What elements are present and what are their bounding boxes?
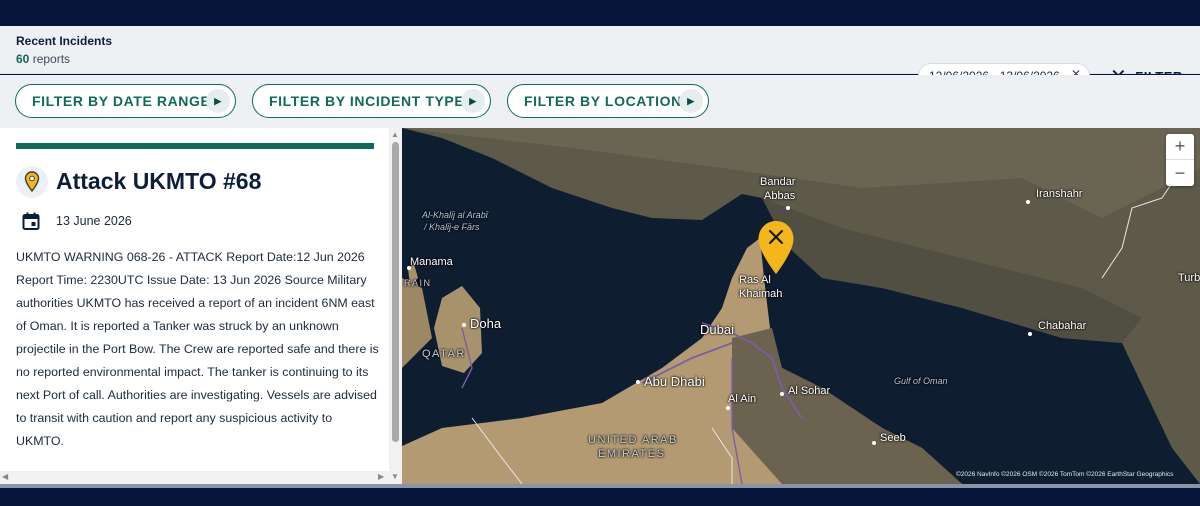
- city-dot: [786, 206, 790, 210]
- page-title: Recent Incidents: [16, 34, 113, 48]
- filter-date-range-button[interactable]: FILTER BY DATE RANGE ▶: [15, 84, 236, 118]
- map-label-iranshahr: Iranshahr: [1036, 188, 1083, 200]
- report-count: 60 reports: [16, 52, 70, 66]
- city-dot: [636, 380, 640, 384]
- satellite-map: [402, 128, 1200, 484]
- scroll-up-icon[interactable]: ▲: [391, 130, 399, 139]
- report-count-number: 60: [16, 52, 30, 66]
- scroll-left-icon[interactable]: ◀: [2, 472, 8, 481]
- incident-marker-icon[interactable]: [757, 220, 795, 276]
- map-label-bahrain: RAIN: [404, 278, 432, 288]
- map-label-manama: Manama: [410, 256, 453, 268]
- map-label-gulf-of-oman: Gulf of Oman: [894, 376, 948, 386]
- scroll-right-icon[interactable]: ▶: [378, 472, 384, 481]
- map-label-khaimah: Khaimah: [739, 288, 783, 300]
- map-label-dubai: Dubai: [700, 322, 734, 337]
- calendar-icon: [22, 212, 40, 230]
- scrollbar-thumb[interactable]: [392, 142, 399, 442]
- map-label-qatar: QATAR: [422, 348, 466, 360]
- report-count-suffix: reports: [29, 52, 71, 66]
- zoom-in-button[interactable]: +: [1166, 134, 1194, 160]
- map-label-bandar: Bandar: [760, 176, 796, 188]
- filter-incident-type-label: FILTER BY INCIDENT TYPE: [269, 93, 465, 109]
- chevron-right-icon: ▶: [461, 89, 485, 113]
- incident-title: Attack UKMTO #68: [56, 168, 262, 194]
- city-dot: [462, 323, 466, 327]
- map-label-gulf-1: Al-Khalīj al Arabī: [422, 210, 488, 220]
- map-label-turb: Turb: [1178, 272, 1200, 284]
- incident-description: UKMTO WARNING 068-26 - ATTACK Report Dat…: [16, 250, 379, 448]
- map-label-abbas: Abbas: [764, 190, 796, 202]
- filter-location-label: FILTER BY LOCATION: [524, 93, 682, 109]
- filter-date-range-label: FILTER BY DATE RANGE: [32, 93, 211, 109]
- incidents-header: Recent Incidents 60 reports 12/06/2026 -…: [0, 26, 1200, 89]
- chevron-right-icon: ▶: [206, 89, 230, 113]
- filter-bar: FILTER BY DATE RANGE ▶ FILTER BY INCIDEN…: [0, 75, 1200, 128]
- map-label-al-sohar: Al Sohar: [788, 385, 831, 397]
- scroll-down-icon[interactable]: ▼: [391, 472, 399, 481]
- map-label-gulf-2: / Khalīj-e Fārs: [424, 222, 480, 232]
- map-label-doha: Doha: [470, 316, 502, 331]
- map-label-seeb: Seeb: [880, 432, 906, 444]
- map-label-chabahar: Chabahar: [1038, 320, 1087, 332]
- zoom-controls: + −: [1166, 134, 1194, 186]
- incident-date: 13 June 2026: [56, 214, 132, 228]
- map-attribution: ©2026 NavInfo ©2026 OSM ©2026 TomTom ©20…: [956, 471, 1174, 478]
- city-dot: [872, 441, 876, 445]
- incident-detail-panel: Attack UKMTO #68 13 June 2026 UKMTO WARN…: [0, 128, 402, 484]
- location-pin-icon: [16, 166, 48, 198]
- map-label-uae-1: UNITED ARAB: [588, 434, 678, 446]
- top-app-bar: [0, 0, 1200, 26]
- panel-accent-bar: [16, 143, 374, 149]
- city-dot: [780, 392, 784, 396]
- city-dot: [1028, 332, 1032, 336]
- city-dot: [726, 406, 730, 410]
- filter-location-button[interactable]: FILTER BY LOCATION ▶: [507, 84, 709, 118]
- chevron-right-icon: ▶: [679, 89, 703, 113]
- city-dot: [407, 266, 411, 270]
- map-label-uae-2: EMIRATES: [598, 448, 666, 460]
- map-view[interactable]: Bandar Abbas Iranshahr Al-Khalīj al Arab…: [402, 128, 1200, 484]
- horizontal-scrollbar[interactable]: ◀ ▶: [0, 471, 389, 484]
- bottom-divider: [0, 484, 1200, 488]
- map-label-abu-dhabi: Abu Dhabi: [644, 374, 705, 389]
- filter-incident-type-button[interactable]: FILTER BY INCIDENT TYPE ▶: [252, 84, 491, 118]
- city-dot: [1026, 200, 1030, 204]
- map-label-al-ain: Al Ain: [728, 393, 757, 405]
- zoom-out-button[interactable]: −: [1166, 160, 1194, 186]
